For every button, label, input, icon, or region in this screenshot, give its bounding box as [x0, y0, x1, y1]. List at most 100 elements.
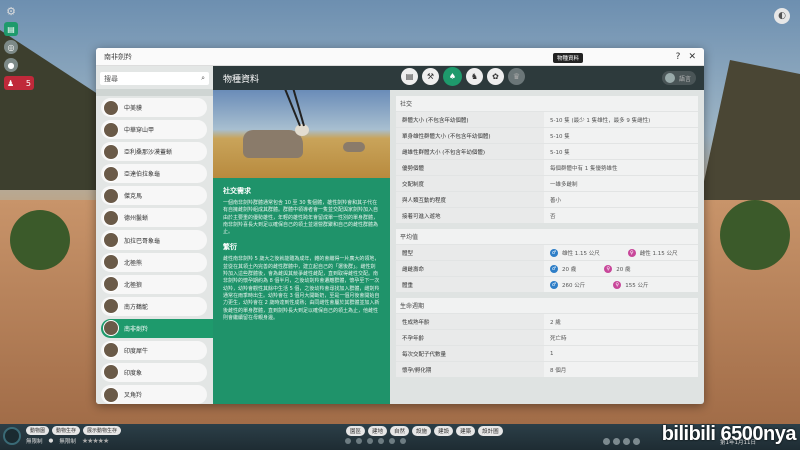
animal-icon[interactable]: ♞: [466, 68, 483, 85]
oryx-background: [343, 142, 365, 152]
paw-icon[interactable]: ✿: [487, 68, 504, 85]
female-icon: ♀: [604, 264, 613, 273]
tray-icon[interactable]: [356, 438, 362, 444]
species-item[interactable]: 北極狼: [101, 274, 207, 294]
stat-value: 5-10 隻 (最少 1 隻雄性，最多 9 隻雌性): [550, 117, 651, 124]
gear-icon[interactable]: ⚙: [4, 4, 18, 18]
stats-column: 社交 群體大小 (不包含年幼個體) 5-10 隻 (最少 1 隻雄性，最多 9 隻…: [390, 90, 704, 404]
stat-row: 與人類互動的程度 善小: [396, 191, 698, 207]
species-label: 德州鬣蜥: [124, 215, 149, 223]
book-icon[interactable]: ▤: [401, 68, 418, 85]
species-item[interactable]: 印度象: [101, 362, 207, 383]
species-item[interactable]: 印度犀牛: [101, 340, 207, 360]
stat-key: 雌雄性群體大小 (不包含年幼個體): [396, 144, 544, 159]
money-icon: ●: [48, 438, 54, 444]
stat-key: 優勢個體: [396, 160, 544, 175]
stat-value: 8 個月: [550, 367, 567, 374]
species-thumbnail: [103, 254, 119, 271]
fast-icon[interactable]: [623, 438, 630, 445]
social-heading: 社交需求: [223, 187, 251, 195]
tool-button[interactable]: 自然: [390, 426, 410, 436]
species-item[interactable]: 南方鶴鴕: [101, 296, 207, 316]
species-item[interactable]: 南非劍羚: [101, 318, 213, 338]
species-thumbnail: [103, 298, 119, 315]
stat-value: 否: [550, 213, 556, 220]
tray-icon[interactable]: [378, 438, 384, 444]
quick-menu: ⚙ ▤ ◎ ● ♟ 5: [4, 4, 34, 90]
leaf-icon[interactable]: ♠: [443, 67, 462, 86]
play-icon[interactable]: [613, 438, 620, 445]
stat-row: 雌雄性群體大小 (不包含年幼個體) 5-10 隻: [396, 143, 698, 159]
species-item[interactable]: 叉角羚: [101, 385, 207, 404]
male-icon: ♂: [550, 264, 558, 273]
species-label: 印度象: [124, 369, 143, 377]
tool-button[interactable]: 建設: [434, 426, 454, 436]
tray-icon[interactable]: [400, 438, 406, 444]
stat-value: 每個群體中有 1 隻優勢雄性: [550, 165, 618, 172]
species-thumbnail: [103, 276, 119, 293]
circle-icon[interactable]: ●: [4, 58, 18, 72]
window-header: 南非劍羚 ? ✕: [96, 48, 704, 66]
book-icon[interactable]: ▤: [4, 22, 18, 36]
species-label: 印度犀牛: [124, 347, 149, 355]
species-item[interactable]: 德州鬣蜥: [101, 208, 207, 228]
species-thumbnail: [103, 121, 119, 138]
species-item[interactable]: 中華穿山甲: [101, 120, 207, 140]
search-input[interactable]: 搜尋 ⌕: [100, 72, 209, 85]
alert-button[interactable]: ♟ 5: [4, 76, 34, 90]
rating-stars: ★★★★★: [81, 437, 109, 445]
species-item[interactable]: 傑克馬: [101, 186, 207, 206]
trophy-icon[interactable]: ♛: [508, 68, 525, 85]
tool-button[interactable]: 設計圖: [478, 426, 503, 436]
lifecycle-section: 生命週期 性成熟年齡 2 歲不孕年齡 死亡時 每次交配子代數量 1 懷孕/孵化期 8 個月: [396, 298, 698, 377]
tool-button[interactable]: 園區: [346, 426, 366, 436]
language-label: 語言: [679, 75, 692, 83]
stat-value: 5-10 隻: [550, 133, 570, 140]
faster-icon[interactable]: [633, 438, 640, 445]
info-icon[interactable]: ◎: [4, 40, 18, 54]
pause-icon[interactable]: [603, 438, 610, 445]
male-icon: ♂: [550, 248, 558, 257]
species-thumbnail: [103, 364, 119, 381]
male-value: 260 公斤: [562, 282, 586, 289]
window-title: 南非劍羚: [104, 52, 132, 61]
breeding-heading: 繁衍: [223, 243, 237, 252]
help-button[interactable]: ?: [676, 52, 681, 62]
bottom-chip[interactable]: 動物生存: [52, 425, 81, 435]
tool-button[interactable]: 建築: [456, 426, 476, 436]
tool-button[interactable]: 設施: [412, 426, 432, 436]
stat-row: 不孕年齡 死亡時: [396, 329, 698, 345]
map-icon[interactable]: ◐: [774, 8, 790, 24]
tray-icon[interactable]: [345, 438, 351, 444]
species-item[interactable]: 北極熊: [101, 252, 207, 272]
tab-tooltip: 物種資料: [553, 53, 584, 63]
bottom-chip[interactable]: 展示動物生存: [83, 425, 122, 435]
species-item[interactable]: 加拉巴哥象龜: [101, 230, 207, 250]
average-section-heading: 平均值: [400, 234, 419, 241]
tool-button[interactable]: 建地: [368, 426, 388, 436]
detail-header: 物種資料 物種資料 ▤ ⚒ ♠ ♞ ✿ ♛ 語言: [213, 53, 704, 90]
male-value: 雄性 1.15 公尺: [562, 250, 600, 257]
bottom-chip[interactable]: 動物園: [26, 425, 50, 435]
language-toggle[interactable]: 語言: [662, 71, 696, 85]
lifecycle-section-heading: 生命週期: [400, 303, 425, 310]
wrench-icon[interactable]: ⚒: [422, 68, 439, 85]
species-item[interactable]: 亞達伯拉象龜: [101, 164, 207, 184]
stat-row: 交配制度 一雄多雌制: [396, 175, 698, 191]
stat-row: 懷孕/孵化期 8 個月: [396, 361, 698, 377]
species-item[interactable]: 中美貘: [101, 98, 207, 118]
close-button[interactable]: ✕: [688, 52, 696, 62]
species-thumbnail: [103, 187, 119, 204]
species-thumbnail: [103, 342, 119, 359]
person-icon: [665, 73, 675, 83]
stat-key: 體型: [396, 245, 544, 260]
stat-value: 一雄多雌制: [550, 181, 578, 188]
tray-icon[interactable]: [367, 438, 373, 444]
species-item[interactable]: 亞利桑那沙漠蓋蜥: [101, 142, 207, 162]
search-icon: ⌕: [201, 74, 205, 82]
person-icon: ♟: [7, 78, 15, 88]
tray-icon[interactable]: [389, 438, 395, 444]
species-detail: 物種資料 物種資料 ▤ ⚒ ♠ ♞ ✿ ♛ 語言 社交需求 一個南非劍羚群體通常…: [213, 53, 704, 404]
stat-row: 接着可進入遊地否: [396, 207, 698, 223]
species-label: 傑克馬: [124, 193, 143, 201]
